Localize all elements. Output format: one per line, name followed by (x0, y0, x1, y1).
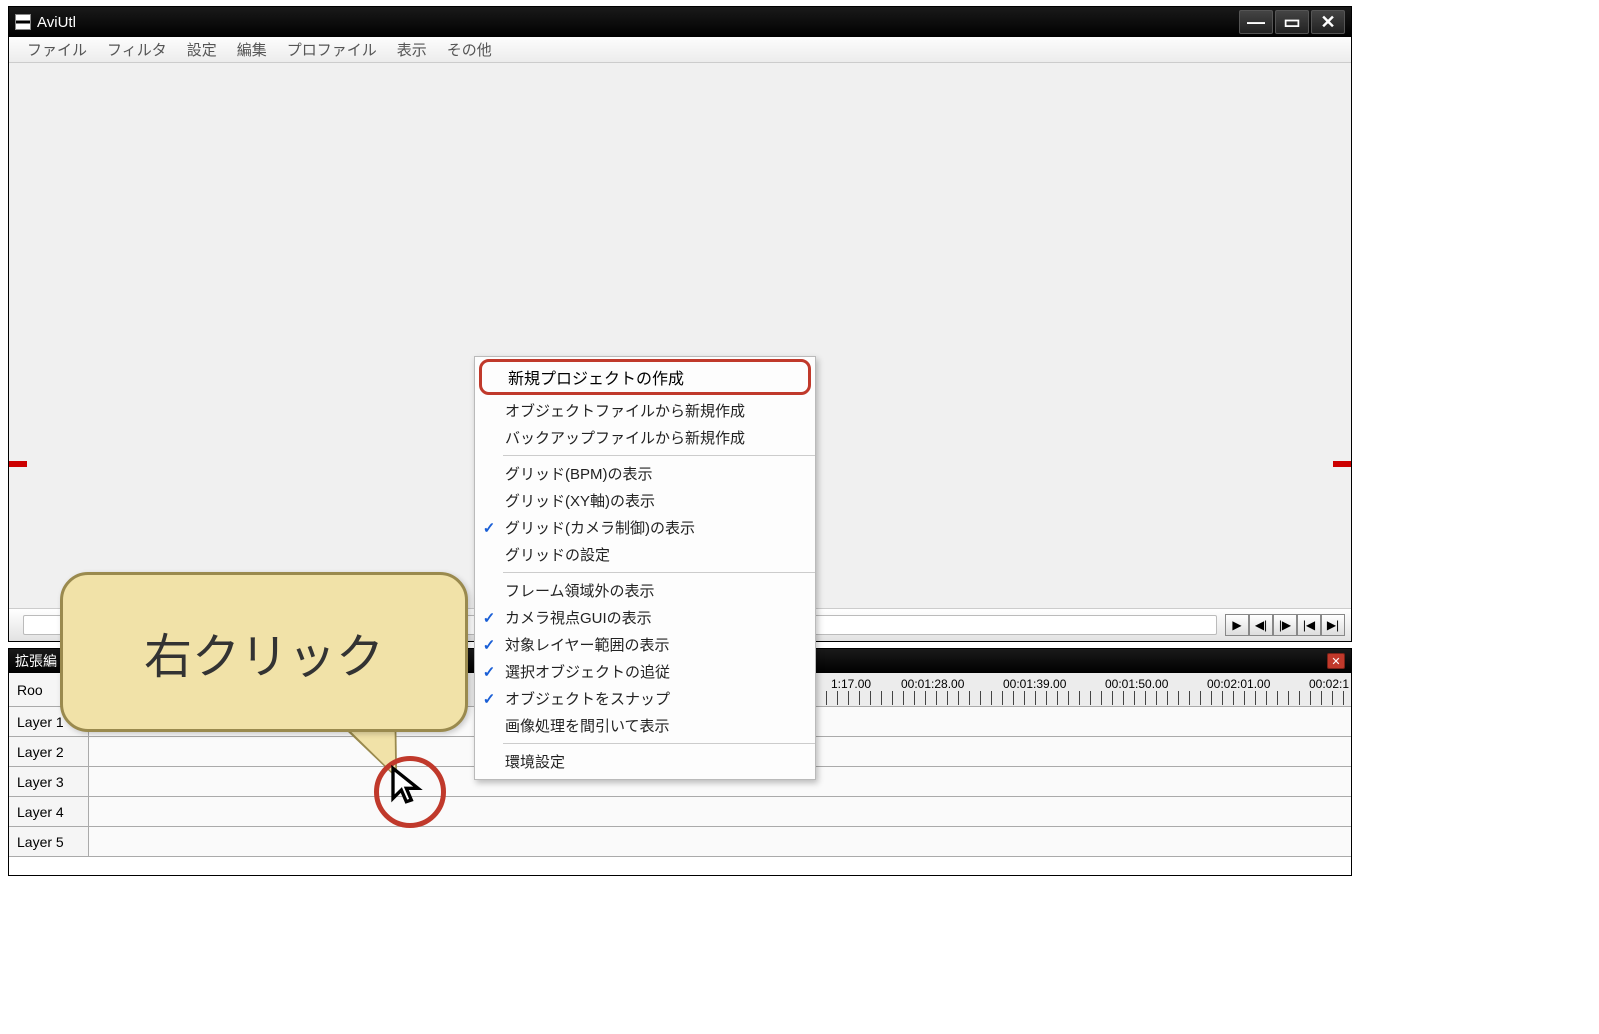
context-menu-item[interactable]: 新規プロジェクトの作成 (479, 359, 811, 395)
layer-track[interactable] (89, 827, 1351, 856)
layer-label[interactable]: Layer 3 (9, 767, 89, 796)
step-back-button[interactable]: ◀| (1249, 614, 1273, 636)
menu-settings[interactable]: 設定 (179, 37, 225, 62)
marker-right-icon (1333, 461, 1351, 467)
menu-display[interactable]: 表示 (389, 37, 435, 62)
menu-edit[interactable]: 編集 (229, 37, 275, 62)
context-menu-item[interactable]: ✓対象レイヤー範囲の表示 (475, 631, 815, 658)
checkmark-icon: ✓ (475, 609, 503, 627)
layer-row: Layer 4 (9, 797, 1351, 827)
context-menu-item[interactable]: オブジェクトファイルから新規作成 (475, 397, 815, 424)
marker-left-icon (9, 461, 27, 467)
annotation-cursor-circle (374, 756, 446, 828)
tick-label: 00:02:1 (1309, 677, 1349, 691)
step-fwd-button[interactable]: |▶ (1273, 614, 1297, 636)
context-menu-label: オブジェクトファイルから新規作成 (503, 400, 803, 421)
context-menu-label: グリッド(XY軸)の表示 (503, 490, 803, 511)
context-menu-label: グリッドの設定 (503, 544, 803, 565)
menu-profile[interactable]: プロファイル (279, 37, 385, 62)
context-menu: 新規プロジェクトの作成オブジェクトファイルから新規作成バックアップファイルから新… (474, 356, 816, 780)
menu-other[interactable]: その他 (439, 37, 500, 62)
context-menu-separator (503, 455, 815, 456)
close-button[interactable]: ✕ (1311, 10, 1345, 34)
checkmark-icon: ✓ (475, 519, 503, 537)
minimize-button[interactable]: — (1239, 10, 1273, 34)
tick-label: 00:01:39.00 (1003, 677, 1066, 691)
tick-label: 00:01:50.00 (1105, 677, 1168, 691)
context-menu-label: グリッド(カメラ制御)の表示 (503, 517, 803, 538)
context-menu-item[interactable]: ✓グリッド(カメラ制御)の表示 (475, 514, 815, 541)
app-icon (15, 14, 31, 30)
tick-label: 00:02:01.00 (1207, 677, 1270, 691)
context-menu-label: オブジェクトをスナップ (503, 688, 803, 709)
context-menu-label: グリッド(BPM)の表示 (503, 463, 803, 484)
context-menu-item[interactable]: 画像処理を間引いて表示 (475, 712, 815, 739)
context-menu-label: 環境設定 (503, 751, 803, 772)
context-menu-separator (503, 743, 815, 744)
menu-filter[interactable]: フィルタ (99, 37, 175, 62)
timeline-close-button[interactable]: ✕ (1327, 653, 1345, 669)
context-menu-label: 画像処理を間引いて表示 (503, 715, 803, 736)
tick-label: 1:17.00 (831, 677, 871, 691)
menubar: ファイル フィルタ 設定 編集 プロファイル 表示 その他 (9, 37, 1351, 63)
callout-text: 右クリック (144, 617, 384, 687)
playback-buttons: ▶ ◀| |▶ |◀ ▶| (1225, 614, 1345, 636)
layer-label[interactable]: Layer 2 (9, 737, 89, 766)
go-last-button[interactable]: ▶| (1321, 614, 1345, 636)
checkmark-icon: ✓ (475, 636, 503, 654)
context-menu-item[interactable]: 環境設定 (475, 748, 815, 775)
context-menu-item[interactable]: ✓オブジェクトをスナップ (475, 685, 815, 712)
titlebar[interactable]: AviUtl — ▭ ✕ (9, 7, 1351, 37)
maximize-button[interactable]: ▭ (1275, 10, 1309, 34)
context-menu-item[interactable]: フレーム領域外の表示 (475, 577, 815, 604)
context-menu-item[interactable]: グリッドの設定 (475, 541, 815, 568)
play-button[interactable]: ▶ (1225, 614, 1249, 636)
context-menu-item[interactable]: グリッド(BPM)の表示 (475, 460, 815, 487)
checkmark-icon: ✓ (475, 663, 503, 681)
layer-row: Layer 5 (9, 827, 1351, 857)
layer-track[interactable] (89, 797, 1351, 826)
window-title: AviUtl (37, 14, 1237, 31)
context-menu-item[interactable]: ✓選択オブジェクトの追従 (475, 658, 815, 685)
context-menu-label: フレーム領域外の表示 (503, 580, 803, 601)
layer-label[interactable]: Layer 4 (9, 797, 89, 826)
context-menu-item[interactable]: グリッド(XY軸)の表示 (475, 487, 815, 514)
context-menu-item[interactable]: ✓カメラ視点GUIの表示 (475, 604, 815, 631)
context-menu-label: 対象レイヤー範囲の表示 (503, 634, 803, 655)
cursor-arrow-icon (388, 765, 428, 815)
callout-bubble: 右クリック (60, 572, 468, 732)
layer-label[interactable]: Layer 5 (9, 827, 89, 856)
context-menu-item[interactable]: バックアップファイルから新規作成 (475, 424, 815, 451)
context-menu-label: 新規プロジェクトの作成 (506, 365, 800, 389)
context-menu-label: カメラ視点GUIの表示 (503, 607, 803, 628)
tick-label: 00:01:28.00 (901, 677, 964, 691)
context-menu-separator (503, 572, 815, 573)
go-first-button[interactable]: |◀ (1297, 614, 1321, 636)
context-menu-label: バックアップファイルから新規作成 (503, 427, 803, 448)
menu-file[interactable]: ファイル (19, 37, 95, 62)
context-menu-label: 選択オブジェクトの追従 (503, 661, 803, 682)
checkmark-icon: ✓ (475, 690, 503, 708)
window-controls: — ▭ ✕ (1237, 10, 1345, 34)
